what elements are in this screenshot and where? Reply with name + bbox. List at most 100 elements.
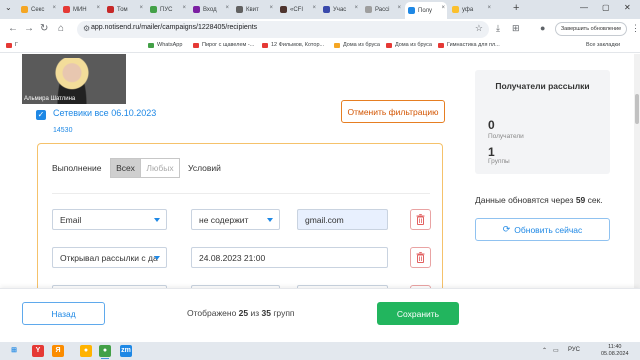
shown-groups-count: Отображено 25 из 35 групп bbox=[187, 308, 295, 318]
bookmark-item[interactable]: Г bbox=[6, 42, 18, 48]
footer-bar: Назад Отображено 25 из 35 групп Сохранит… bbox=[0, 288, 640, 342]
recipients-label: Получатели bbox=[488, 133, 524, 140]
taskbar-app-icon[interactable]: Я bbox=[52, 345, 64, 357]
refresh-now-button[interactable]: ⟳ Обновить сейчас bbox=[475, 218, 610, 241]
taskbar-app-icon[interactable]: zm bbox=[120, 345, 132, 357]
bookmark-label: 12 Фильмов, Котор... bbox=[271, 42, 325, 48]
video-overlay: Альмира Шатлина bbox=[22, 54, 126, 104]
browser-tab[interactable]: Полу × bbox=[405, 2, 447, 19]
extensions-icon[interactable]: ⊞ bbox=[512, 23, 520, 34]
bookmark-item[interactable]: WhatsApp bbox=[148, 42, 182, 48]
field-select[interactable]: Открывал рассылки с да bbox=[52, 247, 167, 268]
exec-label: Выполнение bbox=[52, 163, 102, 173]
url-text[interactable]: app.notisend.ru/mailer/campaigns/1228405… bbox=[91, 24, 257, 31]
page-scrollbar[interactable] bbox=[634, 54, 640, 288]
browser-tab[interactable]: МИН × bbox=[60, 2, 102, 17]
page-content: Альмира Шатлина ✓ Сетевики все 06.10.202… bbox=[0, 54, 640, 342]
save-button[interactable]: Сохранить bbox=[377, 302, 459, 325]
tab-search-icon[interactable]: ⌄ bbox=[5, 3, 12, 12]
bookmarks-bar: Все закладки Г WhatsApp Пирог с щавелем -.… bbox=[0, 40, 640, 53]
browser-toolbar: ← → ↻ ⌂ ⚙ app.notisend.ru/mailer/campaig… bbox=[0, 19, 640, 40]
close-tab-icon[interactable]: × bbox=[225, 5, 229, 11]
tab-label: уфа bbox=[462, 6, 474, 13]
back-button[interactable]: Назад bbox=[22, 302, 105, 325]
tab-label: Квит bbox=[246, 6, 259, 13]
toggle-all-button[interactable]: Всех bbox=[110, 158, 141, 178]
bookmark-item[interactable]: Дома из бруса bbox=[386, 42, 432, 48]
scrollbar-thumb[interactable] bbox=[635, 94, 639, 124]
update-browser-button[interactable]: Завершить обновление bbox=[555, 22, 627, 36]
close-tab-icon[interactable]: × bbox=[312, 5, 316, 11]
site-settings-icon[interactable]: ⚙ bbox=[83, 24, 90, 33]
field-select[interactable]: Email bbox=[52, 209, 167, 230]
bookmark-item[interactable]: Пирог с щавелем -... bbox=[193, 42, 254, 48]
taskbar-app-icon[interactable]: ● bbox=[80, 345, 92, 357]
browser-tab[interactable]: Вход × bbox=[190, 2, 231, 17]
close-tab-icon[interactable]: × bbox=[52, 5, 56, 11]
delete-condition-button[interactable] bbox=[410, 209, 431, 230]
bookmark-star-icon[interactable]: ☆ bbox=[475, 23, 483, 34]
close-tab-icon[interactable]: × bbox=[269, 5, 273, 11]
segment-title-link[interactable]: Сетевики все 06.10.2023 bbox=[53, 108, 156, 118]
value-input[interactable]: gmail.com bbox=[297, 209, 388, 230]
keyboard-language[interactable]: РУС bbox=[568, 347, 580, 353]
system-clock[interactable]: 11:40 05.08.2024 bbox=[601, 344, 629, 358]
taskbar-app-icon[interactable]: ● bbox=[99, 345, 111, 357]
close-tab-icon[interactable]: × bbox=[182, 5, 186, 11]
close-tab-icon[interactable]: × bbox=[487, 5, 491, 11]
forward-arrow-icon[interactable]: → bbox=[24, 23, 34, 34]
bookmark-label: Дома из бруса bbox=[395, 42, 432, 48]
close-tab-icon[interactable]: × bbox=[139, 5, 143, 11]
browser-tab[interactable]: Квит × bbox=[233, 2, 275, 17]
tab-label: Вход bbox=[203, 6, 217, 13]
close-window-icon[interactable]: ✕ bbox=[624, 3, 631, 12]
operator-select[interactable]: не содержит bbox=[191, 209, 280, 230]
address-bar[interactable]: ⚙ app.notisend.ru/mailer/campaigns/12284… bbox=[77, 21, 489, 38]
home-icon[interactable]: ⌂ bbox=[58, 23, 64, 34]
toggle-any-button[interactable]: Любых bbox=[141, 158, 180, 178]
segment-checkbox[interactable]: ✓ bbox=[36, 110, 46, 120]
menu-dots-icon[interactable]: ⋮ bbox=[631, 23, 640, 34]
trash-icon bbox=[416, 252, 425, 263]
reset-filter-button[interactable]: Отменить фильтрацию bbox=[341, 100, 445, 123]
maximize-icon[interactable]: ▢ bbox=[602, 3, 610, 12]
tab-favicon-icon bbox=[365, 6, 372, 13]
bookmark-favicon-icon bbox=[262, 42, 268, 48]
close-tab-icon[interactable]: × bbox=[354, 5, 358, 11]
bookmark-item[interactable]: Дома из бруса bbox=[334, 42, 380, 48]
browser-tab[interactable]: Том × bbox=[104, 2, 145, 17]
bookmark-item[interactable]: 12 Фильмов, Котор... bbox=[262, 42, 324, 48]
browser-tab[interactable]: Рассі × bbox=[362, 2, 403, 17]
bookmark-label: WhatsApp bbox=[157, 42, 183, 48]
minimize-icon[interactable]: — bbox=[580, 3, 588, 12]
all-bookmarks-link[interactable]: Все закладки bbox=[586, 42, 620, 48]
back-arrow-icon[interactable]: ← bbox=[8, 23, 18, 34]
close-tab-icon[interactable]: × bbox=[96, 5, 100, 11]
close-tab-icon[interactable]: × bbox=[441, 5, 445, 11]
bookmark-favicon-icon bbox=[193, 42, 199, 48]
network-icon[interactable]: ▭ bbox=[553, 347, 559, 354]
windows-start-icon[interactable]: ⊞ bbox=[8, 345, 20, 357]
date-input[interactable]: 24.08.2023 21:00 bbox=[191, 247, 388, 268]
tab-favicon-icon bbox=[280, 6, 287, 13]
chevron-down-icon bbox=[267, 218, 273, 222]
browser-tab[interactable]: «СFI × bbox=[277, 2, 318, 17]
tab-favicon-icon bbox=[63, 6, 70, 13]
taskbar-app-icon[interactable]: Y bbox=[32, 345, 44, 357]
browser-tab[interactable]: Секс × bbox=[18, 2, 58, 17]
browser-tab[interactable]: уфа × bbox=[449, 2, 493, 17]
conditions-label: Условий bbox=[188, 163, 221, 173]
bookmark-item[interactable]: Гимнастика для пл... bbox=[438, 42, 500, 48]
browser-tab[interactable]: ПУС × bbox=[147, 2, 188, 17]
delete-condition-button[interactable] bbox=[410, 247, 431, 268]
download-icon[interactable]: ⤓ bbox=[496, 23, 500, 34]
close-tab-icon[interactable]: × bbox=[397, 5, 401, 11]
profile-icon[interactable]: ● bbox=[540, 23, 545, 33]
browser-tab[interactable]: Учас × bbox=[320, 2, 360, 17]
tray-chevron-icon[interactable]: ⌃ bbox=[542, 347, 547, 354]
groups-label: Группы bbox=[488, 158, 510, 165]
refresh-icon: ⟳ bbox=[502, 224, 511, 234]
segment-id: 14530 bbox=[53, 127, 73, 134]
new-tab-button[interactable]: + bbox=[513, 2, 519, 14]
reload-icon[interactable]: ↻ bbox=[40, 23, 48, 34]
